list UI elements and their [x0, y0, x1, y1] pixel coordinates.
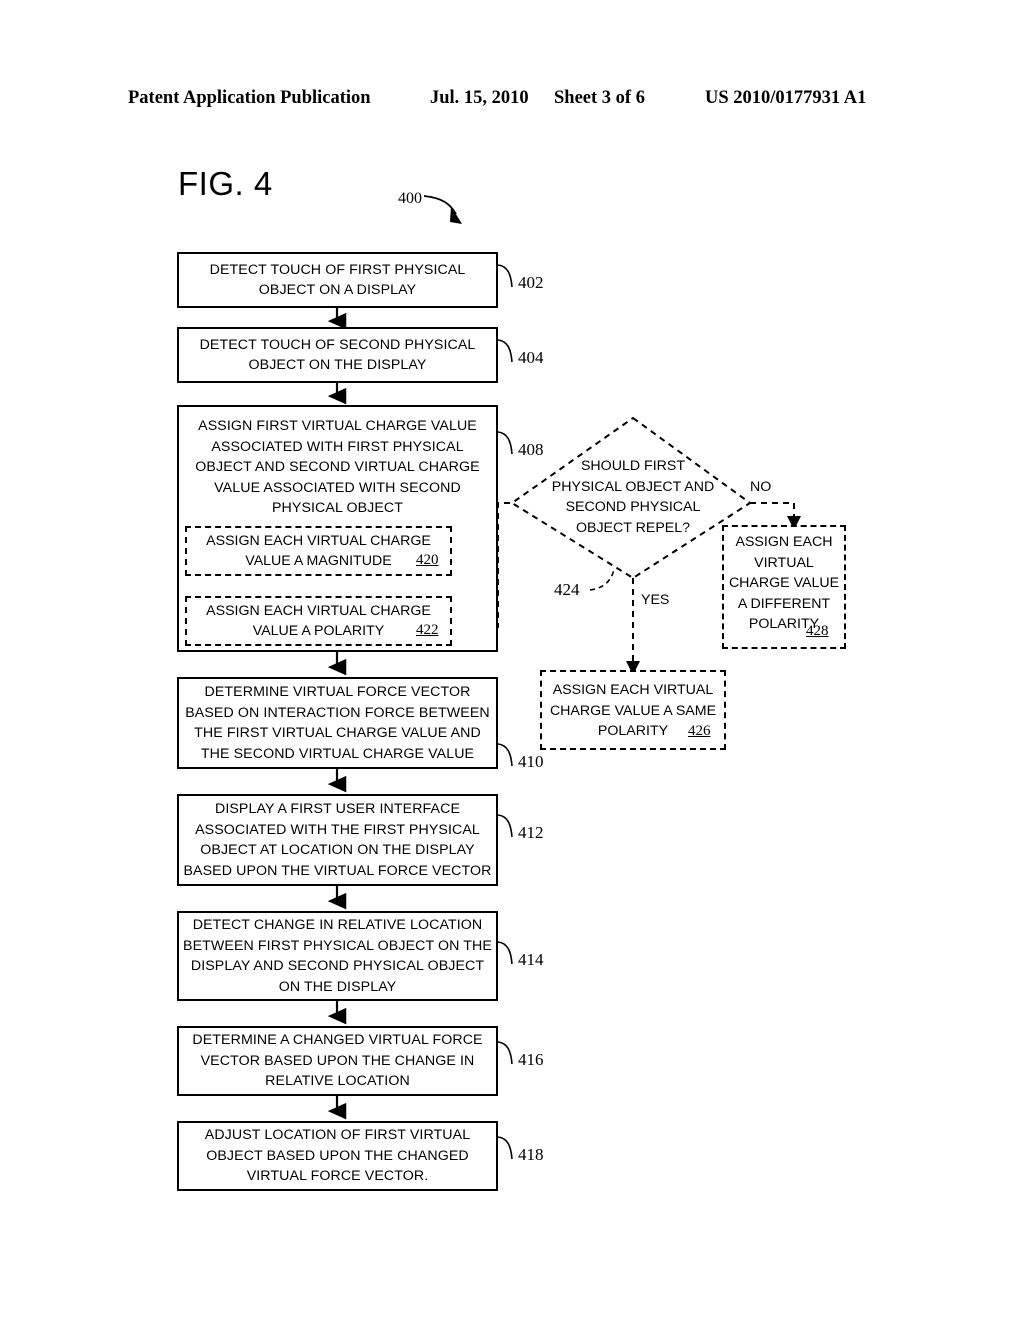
flowchart-connectors [327, 195, 801, 1160]
flow-node-404-text: DETECT TOUCH OF SECOND PHYSICAL OBJECT O… [199, 336, 476, 374]
flow-node-412-text: DISPLAY A FIRST USER INTERFACE ASSOCIATE… [183, 801, 492, 879]
flow-node-418-ref: 418 [518, 1145, 544, 1164]
flow-node-410-ref: 410 [518, 752, 544, 771]
flow-node-408-ref: 408 [518, 440, 544, 459]
flow-node-416-text: DETERMINE A CHANGED VIRTUAL FORCE VECTOR… [192, 1032, 483, 1090]
flow-node-420: ASSIGN EACH VIRTUAL CHARGE VALUE A MAGNI… [185, 526, 452, 576]
flow-node-418-text: ADJUST LOCATION OF FIRST VIRTUAL OBJECT … [204, 1127, 471, 1185]
publication-header: Patent Application Publication Jul. 15, … [0, 88, 1024, 114]
flow-node-416-ref: 416 [518, 1050, 544, 1069]
figure-reference-number: 400 [398, 190, 422, 207]
flow-node-408-text: ASSIGN FIRST VIRTUAL CHARGE VALUE ASSOCI… [195, 418, 480, 516]
publication-title: Patent Application Publication [128, 88, 371, 108]
branch-label-yes: YES [641, 592, 670, 608]
flow-node-428-text: ASSIGN EACH VIRTUAL CHARGE VALUE A DIFFE… [728, 534, 840, 632]
flow-node-412-ref: 412 [518, 823, 544, 842]
flow-node-428-ref: 428 [806, 623, 829, 639]
flow-node-420-text: ASSIGN EACH VIRTUAL CHARGE VALUE A MAGNI… [206, 532, 431, 570]
flow-node-404-ref: 404 [518, 348, 544, 367]
flow-node-410-text: DETERMINE VIRTUAL FORCE VECTOR BASED ON … [185, 684, 490, 762]
flow-node-418: ADJUST LOCATION OF FIRST VIRTUAL OBJECT … [177, 1121, 498, 1191]
flow-node-402-text: DETECT TOUCH OF FIRST PHYSICAL OBJECT ON… [209, 261, 466, 299]
branch-label-no: NO [750, 479, 772, 495]
patent-figure-page: Patent Application Publication Jul. 15, … [0, 0, 1024, 1320]
flow-node-414-ref: 414 [518, 950, 544, 969]
figure-label: FIG. 4 [178, 165, 273, 202]
patent-number: US 2010/0177931 A1 [705, 88, 867, 108]
flow-node-420-ref: 420 [416, 552, 439, 568]
flow-node-422: ASSIGN EACH VIRTUAL CHARGE VALUE A POLAR… [185, 596, 452, 646]
flow-node-422-text: ASSIGN EACH VIRTUAL CHARGE VALUE A POLAR… [206, 602, 431, 640]
flow-node-414: DETECT CHANGE IN RELATIVE LOCATION BETWE… [177, 911, 498, 1001]
flow-node-422-ref: 422 [416, 622, 439, 638]
flow-node-416: DETERMINE A CHANGED VIRTUAL FORCE VECTOR… [177, 1026, 498, 1096]
flow-node-402: DETECT TOUCH OF FIRST PHYSICAL OBJECT ON… [177, 252, 498, 308]
flow-node-412: DISPLAY A FIRST USER INTERFACE ASSOCIATE… [177, 794, 498, 886]
sheet-number: Sheet 3 of 6 [554, 88, 645, 108]
flow-node-424-text: SHOULD FIRST PHYSICAL OBJECT AND SECOND … [551, 458, 715, 536]
flow-node-424-ref: 424 [554, 580, 580, 599]
publication-date: Jul. 15, 2010 [430, 88, 529, 108]
flow-node-404: DETECT TOUCH OF SECOND PHYSICAL OBJECT O… [177, 327, 498, 383]
flow-node-414-text: DETECT CHANGE IN RELATIVE LOCATION BETWE… [183, 917, 492, 995]
flow-node-402-ref: 402 [518, 273, 544, 292]
flow-node-426-ref: 426 [688, 723, 711, 739]
flow-node-410: DETERMINE VIRTUAL FORCE VECTOR BASED ON … [177, 677, 498, 769]
